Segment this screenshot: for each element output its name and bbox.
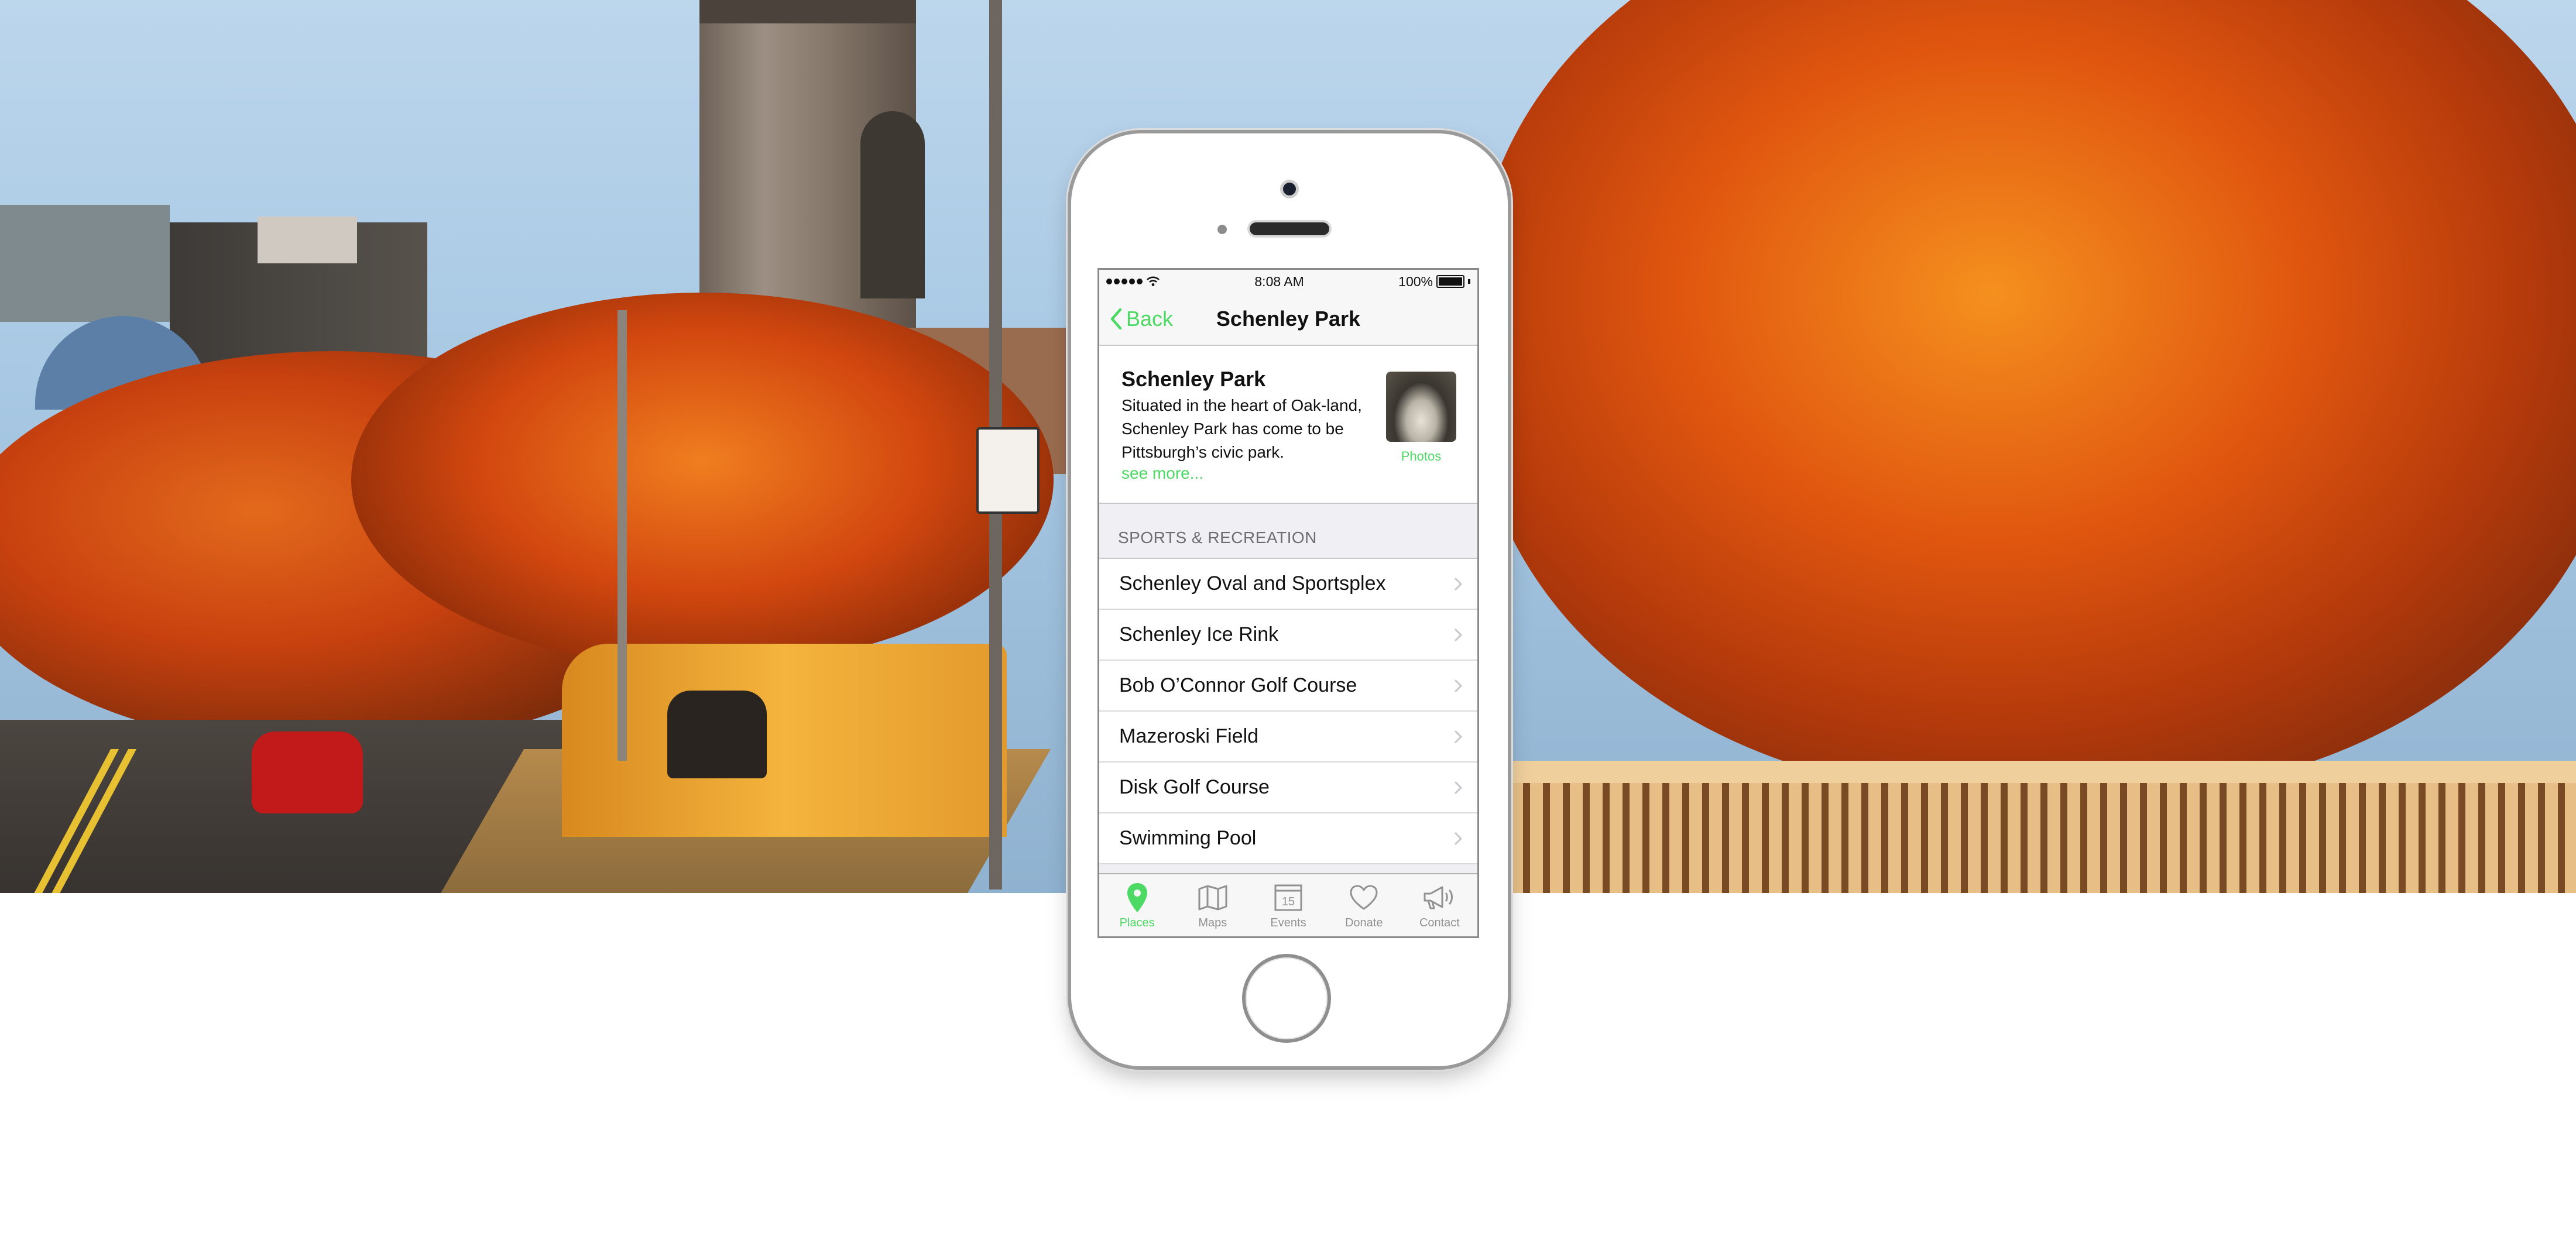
list-item-label: Disk Golf Course	[1119, 776, 1270, 798]
wifi-icon	[1147, 276, 1160, 286]
street-lamp	[618, 310, 627, 761]
speed-limit-sign	[976, 427, 1040, 514]
navigation-bar: Back Schenley Park	[1099, 293, 1477, 346]
calendar-day: 15	[1282, 895, 1295, 908]
red-car	[252, 732, 363, 813]
tab-label: Contact	[1419, 916, 1460, 929]
list-item-label: Schenley Ice Rink	[1119, 623, 1279, 645]
see-more-link[interactable]: see more...	[1121, 464, 1203, 483]
home-button[interactable]	[1246, 957, 1328, 1039]
back-button[interactable]: Back	[1110, 293, 1173, 345]
tab-label: Events	[1270, 916, 1306, 929]
status-time: 8:08 AM	[1254, 273, 1304, 289]
tab-label: Places	[1119, 916, 1155, 929]
battery-icon	[1436, 275, 1464, 288]
tab-maps[interactable]: Maps	[1175, 874, 1250, 936]
tab-places[interactable]: Places	[1099, 874, 1175, 936]
list-item-label: Schenley Oval and Sportsplex	[1119, 572, 1386, 595]
iphone-frame: 8:08 AM 100% Back Schenley Park Schenley…	[1071, 133, 1508, 1066]
signal-strength-icon	[1106, 279, 1143, 284]
cathedral-tower-top	[699, 0, 916, 23]
calendar-icon: 15	[1271, 880, 1306, 915]
battery-percent: 100%	[1398, 273, 1433, 289]
cathedral-window	[860, 111, 925, 298]
list-item-label: Mazeroski Field	[1119, 725, 1259, 747]
tab-label: Maps	[1198, 916, 1227, 929]
back-button-label: Back	[1126, 307, 1174, 331]
pedestrians	[667, 691, 767, 778]
section-header: SPORTS & RECREATION	[1118, 528, 1317, 547]
list-item[interactable]: Bob O’Connor Golf Course	[1099, 661, 1477, 712]
page-title: Schenley Park	[1216, 307, 1361, 331]
list-item[interactable]: Swimming Pool	[1099, 813, 1477, 864]
park-intro-card: Schenley Park Situated in the heart of O…	[1099, 346, 1477, 504]
sports-recreation-list: Schenley Oval and Sportsplex Schenley Ic…	[1099, 558, 1477, 864]
list-item[interactable]: Disk Golf Course	[1099, 763, 1477, 813]
tab-contact[interactable]: Contact	[1402, 874, 1477, 936]
tab-label: Donate	[1344, 916, 1383, 929]
list-item-label: Bob O’Connor Golf Course	[1119, 674, 1357, 696]
map-pin-icon	[1120, 880, 1155, 915]
megaphone-icon	[1422, 880, 1457, 915]
background-building	[0, 205, 170, 322]
heart-icon	[1346, 880, 1381, 915]
tab-bar: Places Maps 15 Events Donate Contact	[1099, 873, 1477, 936]
list-item-label: Swimming Pool	[1119, 827, 1257, 849]
building-roof	[258, 217, 357, 263]
bridge-wall	[562, 644, 1007, 837]
battery-indicator: 100%	[1398, 274, 1470, 290]
front-camera	[1283, 183, 1296, 195]
chevron-right-icon	[1449, 623, 1467, 647]
list-item[interactable]: Schenley Ice Rink	[1099, 610, 1477, 661]
phone-screen: 8:08 AM 100% Back Schenley Park Schenley…	[1097, 268, 1479, 938]
photos-link[interactable]: Photos	[1386, 449, 1456, 464]
status-bar: 8:08 AM 100%	[1099, 270, 1477, 293]
list-item[interactable]: Mazeroski Field	[1099, 712, 1477, 763]
earpiece-speaker	[1250, 222, 1329, 235]
chevron-right-icon	[1449, 572, 1467, 596]
autumn-trees-center	[351, 293, 1054, 667]
photos-thumbnail[interactable]	[1386, 372, 1456, 442]
list-item[interactable]: Schenley Oval and Sportsplex	[1099, 559, 1477, 610]
chevron-right-icon	[1449, 725, 1467, 748]
chevron-right-icon	[1449, 674, 1467, 698]
tab-donate[interactable]: Donate	[1326, 874, 1402, 936]
folded-map-icon	[1195, 880, 1230, 915]
bridge-railing-top	[1510, 761, 2576, 783]
chevron-right-icon	[1449, 827, 1467, 850]
proximity-sensor	[1217, 225, 1227, 234]
tab-events[interactable]: 15 Events	[1250, 874, 1326, 936]
park-description: Situated in the heart of Oak-land, Schen…	[1121, 396, 1362, 461]
chevron-left-icon	[1110, 308, 1122, 330]
park-name: Schenley Park	[1121, 367, 1266, 391]
status-left	[1106, 276, 1160, 287]
chevron-right-icon	[1449, 776, 1467, 799]
battery-tip	[1468, 279, 1470, 284]
autumn-tree-right	[1475, 0, 2576, 796]
